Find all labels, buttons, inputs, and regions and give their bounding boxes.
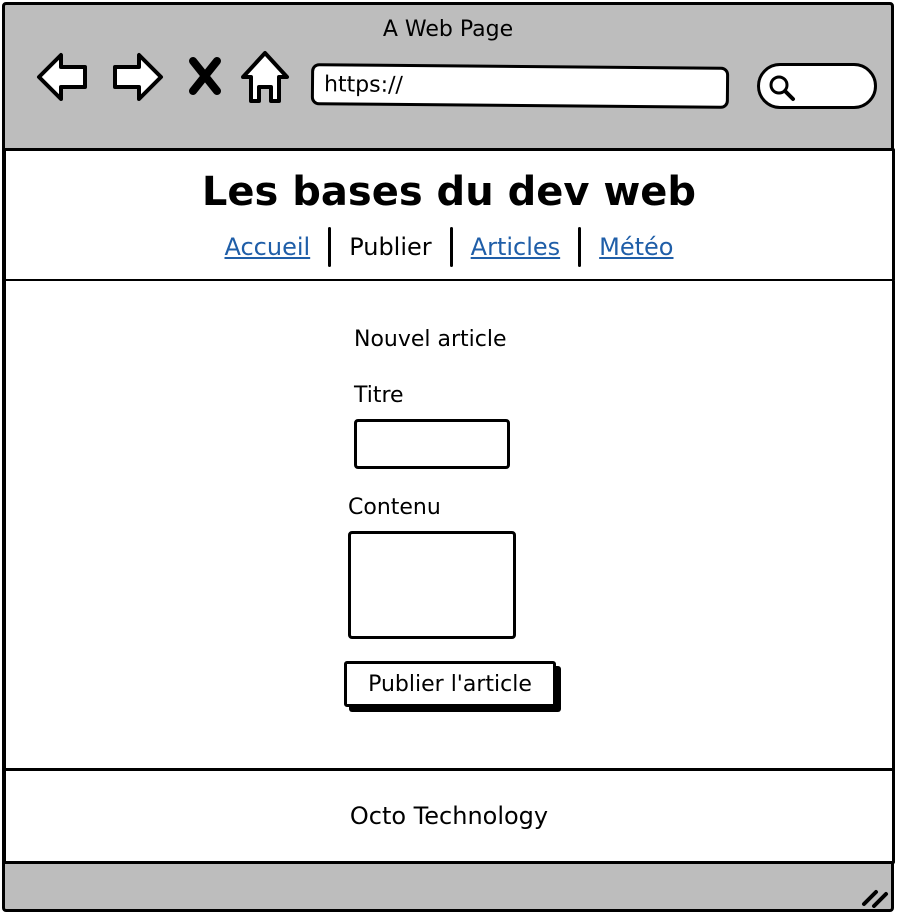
main-nav: Accueil Publier Articles Météo (6, 227, 892, 267)
nav-link-meteo[interactable]: Météo (581, 233, 691, 261)
close-icon (189, 57, 221, 95)
title-label: Titre (354, 383, 404, 408)
window-title: A Web Page (382, 17, 514, 42)
site-footer: Octo Technology (3, 768, 895, 864)
forward-button[interactable] (107, 47, 167, 107)
back-button[interactable] (33, 47, 93, 107)
home-icon (241, 51, 289, 103)
content-label: Contenu (348, 495, 441, 520)
stop-button[interactable] (181, 47, 231, 107)
footer-text: Octo Technology (349, 802, 549, 830)
home-button[interactable] (237, 47, 297, 107)
resize-grip-icon (862, 890, 888, 908)
main-content: Nouvel article Titre Contenu Publier l'a… (3, 281, 895, 771)
forward-arrow-icon (113, 53, 163, 101)
content-textarea[interactable] (348, 531, 516, 639)
back-arrow-icon (37, 53, 87, 101)
nav-link-accueil[interactable]: Accueil (206, 233, 328, 261)
resize-grip[interactable] (860, 884, 890, 908)
publish-article-button[interactable]: Publier l'article (344, 661, 556, 707)
search-input[interactable] (757, 63, 877, 109)
site-title: Les bases du dev web (201, 169, 697, 215)
form-heading: Nouvel article (354, 327, 507, 352)
site-header: Les bases du dev web Accueil Publier Art… (3, 148, 895, 282)
search-icon (769, 75, 795, 101)
title-input[interactable] (354, 419, 510, 469)
url-bar[interactable]: https:// (310, 63, 730, 109)
nav-item-publier: Publier (349, 233, 432, 261)
nav-link-articles[interactable]: Articles (453, 233, 579, 261)
